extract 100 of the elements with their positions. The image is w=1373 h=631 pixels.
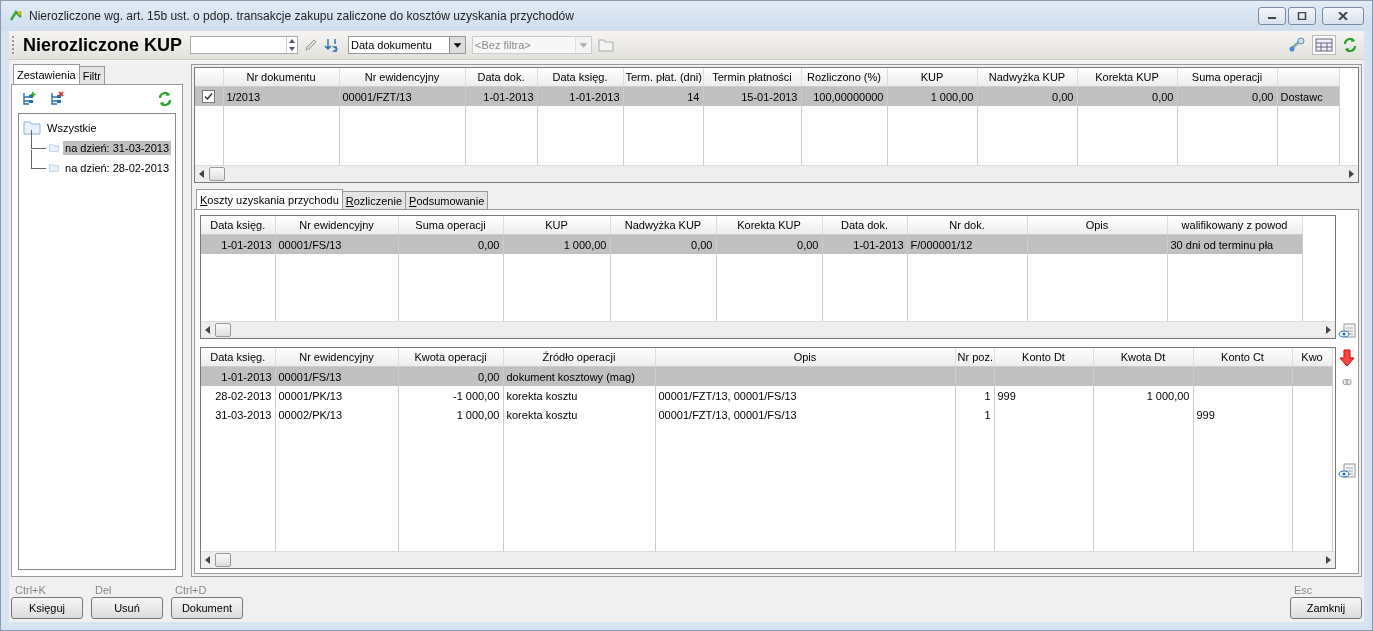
shortcut-label: Ctrl+D bbox=[174, 584, 208, 596]
column-header[interactable]: Źródło operacji bbox=[503, 348, 655, 367]
refresh-icon[interactable] bbox=[157, 91, 173, 107]
column-header[interactable]: KUP bbox=[887, 68, 977, 87]
column-header[interactable]: Opis bbox=[655, 348, 955, 367]
table-cell: 0,00 bbox=[478, 370, 500, 383]
table-cell: 00001/FZT/13 bbox=[342, 90, 412, 103]
close-window-button[interactable]: Zamknij bbox=[1290, 597, 1362, 619]
table-cell: 100,00000000 bbox=[813, 90, 884, 103]
table-cell: 30 dni od terminu pła bbox=[1170, 238, 1274, 251]
table-cell: 00002/PK/13 bbox=[278, 408, 343, 421]
column-header[interactable]: Kwota operacji bbox=[398, 348, 503, 367]
column-header[interactable]: Korekta KUP bbox=[1077, 68, 1177, 87]
spin-arrows-icon[interactable] bbox=[286, 37, 298, 53]
table-cell: 00001/FS/13 bbox=[278, 238, 342, 251]
scroll-thumb[interactable] bbox=[215, 323, 231, 337]
table-cell: korekta kosztu bbox=[506, 408, 578, 421]
table-cell: Dostawc bbox=[1280, 90, 1323, 103]
table-row[interactable]: 28-02-2013 00001/PK/13 -1 000,00 korekta kosztu 00001/FZT/13, 00001/FS/13 1 999 1 000,00 bbox=[201, 386, 1332, 405]
window-title: Nierozliczone wg. art. 15b ust. o pdop. transakcje zakupu zaliczone do kosztów uzyskania przychodów bbox=[29, 9, 574, 23]
column-header[interactable]: Kwota Dt bbox=[1093, 348, 1193, 367]
close-button[interactable] bbox=[1322, 7, 1364, 25]
table-cell: 1-01-2013 bbox=[483, 90, 534, 103]
folder-icon bbox=[49, 161, 60, 175]
horizontal-scrollbar[interactable] bbox=[201, 321, 1335, 338]
maximize-icon bbox=[1297, 12, 1307, 20]
scroll-thumb[interactable] bbox=[209, 167, 225, 181]
document-view-icon[interactable] bbox=[1338, 323, 1356, 339]
table-cell: korekta kosztu bbox=[506, 389, 578, 402]
action-button[interactable]: Dokument bbox=[171, 597, 243, 619]
document-view-icon[interactable] bbox=[1338, 463, 1356, 479]
table-cell: 1 000,00 bbox=[930, 90, 974, 103]
table-cell: 00001/FZT/13, 00001/FS/13 bbox=[658, 389, 797, 402]
column-header[interactable]: Konto Dt bbox=[994, 348, 1093, 367]
column-header[interactable]: KUP bbox=[503, 216, 610, 235]
close-icon bbox=[1338, 12, 1348, 20]
table-row[interactable]: 1/2013 00001/FZT/13 1-01-2013 1-01-2013 14 15-01-2013 100,00000000 1 000,00 0,00 0,00 0,00 Dostawc bbox=[195, 86, 1339, 106]
folder-icon bbox=[49, 141, 60, 155]
table-cell: F/000001/12 bbox=[910, 238, 973, 251]
table-cell: 1/2013 bbox=[226, 90, 261, 103]
tree-line bbox=[31, 130, 46, 149]
column-header[interactable]: Data księg. bbox=[201, 348, 275, 367]
table-cell: -1 000,00 bbox=[453, 389, 500, 402]
table-cell: 999 bbox=[1196, 408, 1215, 421]
column-header[interactable]: Data dok. bbox=[465, 68, 537, 87]
table-row[interactable]: 31-03-2013 00002/PK/13 1 000,00 korekta kosztu 00001/FZT/13, 00001/FS/13 1 999 bbox=[201, 405, 1332, 424]
column-header[interactable]: Suma operacji bbox=[398, 216, 503, 235]
tab[interactable]: Filtr bbox=[78, 66, 106, 84]
column-header[interactable]: Nr dok. bbox=[907, 216, 1027, 235]
minimize-button[interactable] bbox=[1258, 7, 1286, 25]
column-header[interactable]: Nr ewidencyjny bbox=[339, 68, 465, 87]
tree-item[interactable]: na dzień: 31-03-2013 bbox=[63, 141, 171, 155]
column-header[interactable]: Term. płat. (dni) bbox=[623, 68, 703, 87]
column-header[interactable]: Termin płatności bbox=[703, 68, 801, 87]
tab[interactable]: Rozliczenie bbox=[341, 191, 407, 209]
action-button[interactable]: Księguj bbox=[11, 597, 83, 619]
column-header[interactable]: Nr dokumentu bbox=[223, 68, 339, 87]
tree-item[interactable]: Wszystkie bbox=[45, 121, 99, 135]
tree-item[interactable]: na dzień: 28-02-2013 bbox=[63, 161, 171, 175]
down-arrow-icon[interactable] bbox=[1339, 349, 1355, 367]
toolbar-title: Nierozliczone KUP bbox=[23, 34, 183, 56]
row-checkbox[interactable] bbox=[202, 90, 216, 104]
sort-dropdown[interactable]: Data dokumentu bbox=[348, 36, 467, 54]
horizontal-scrollbar[interactable] bbox=[195, 165, 1358, 182]
column-header[interactable]: Opis bbox=[1027, 216, 1167, 235]
tab[interactable]: Koszty uzyskania przychodu bbox=[196, 189, 343, 209]
app-icon bbox=[9, 9, 23, 23]
table-row[interactable]: 1-01-2013 00001/FS/13 0,00 1 000,00 0,00 0,00 1-01-2013 F/000001/12 30 dni od terminu pła bbox=[201, 234, 1302, 254]
column-header[interactable]: Nadwyżka KUP bbox=[977, 68, 1077, 87]
horizontal-scrollbar[interactable] bbox=[201, 551, 1335, 568]
column-header[interactable]: Nr poz. bbox=[955, 348, 994, 367]
column-header[interactable]: Kwo bbox=[1292, 348, 1332, 367]
table-cell: 0,00 bbox=[1052, 90, 1074, 103]
table-view-button[interactable] bbox=[1312, 35, 1336, 55]
add-tree-icon[interactable] bbox=[21, 91, 37, 107]
column-header[interactable]: Nr ewidencyjny bbox=[275, 348, 398, 367]
refresh-icon[interactable] bbox=[1342, 37, 1358, 53]
column-header[interactable]: Data księg. bbox=[201, 216, 275, 235]
column-header[interactable]: Data dok. bbox=[822, 216, 907, 235]
column-header[interactable]: Rozliczono (%) bbox=[801, 68, 887, 87]
action-button[interactable]: Usuń bbox=[91, 597, 163, 619]
column-header[interactable]: Nr ewidencyjny bbox=[275, 216, 398, 235]
column-header[interactable]: Suma operacji bbox=[1177, 68, 1277, 87]
column-header[interactable]: Nadwyżka KUP bbox=[610, 216, 716, 235]
shortcut-label: Esc bbox=[1293, 584, 1314, 596]
column-header[interactable]: Data księg. bbox=[537, 68, 623, 87]
link-icon[interactable] bbox=[1288, 37, 1306, 53]
table-cell: 1 bbox=[984, 408, 991, 421]
table-cell: dokument kosztowy (mag) bbox=[506, 370, 635, 383]
remove-tree-icon[interactable] bbox=[49, 91, 65, 107]
table-row[interactable]: 1-01-2013 00001/FS/13 0,00 dokument kosztowy (mag) bbox=[201, 366, 1332, 386]
column-header[interactable]: walifikowany z powod bbox=[1167, 216, 1302, 235]
tab[interactable]: Podsumowanie bbox=[405, 191, 489, 209]
tab[interactable]: Zestawienia bbox=[13, 64, 80, 84]
scroll-thumb[interactable] bbox=[215, 553, 231, 567]
column-header[interactable]: Konto Ct bbox=[1193, 348, 1292, 367]
column-header[interactable]: Korekta KUP bbox=[716, 216, 822, 235]
spin-field[interactable] bbox=[190, 36, 299, 54]
maximize-button[interactable] bbox=[1288, 7, 1316, 25]
table-cell: 15-01-2013 bbox=[741, 90, 798, 103]
